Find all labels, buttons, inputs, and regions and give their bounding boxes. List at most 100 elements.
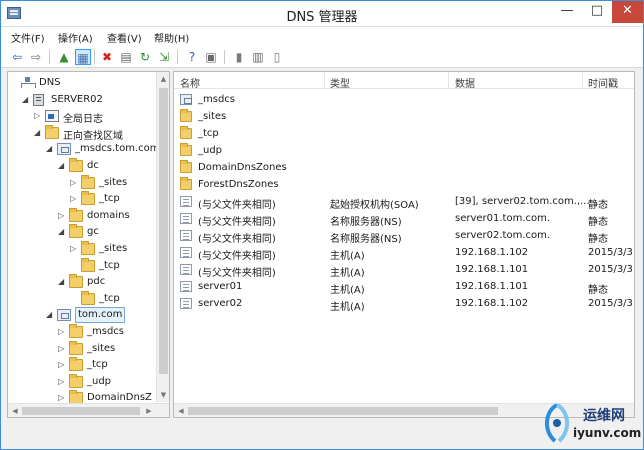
tree-item[interactable]: ▷ domains <box>8 207 158 224</box>
list-row[interactable]: _udp <box>174 142 634 159</box>
list-row[interactable]: (与父文件夹相同) 名称服务器(NS) server02.tom.com. 静态 <box>174 227 634 245</box>
tree-item[interactable]: ◢ tom.com <box>8 307 158 324</box>
list-row[interactable]: server02 主机(A) 192.168.1.102 2015/3/3 <box>174 295 634 313</box>
column-data[interactable]: 数据 <box>455 75 475 90</box>
collapse-arrow-icon[interactable]: ◢ <box>58 160 66 172</box>
toolbar: ⇦ ⇨ ▲ ▦ ✖ ▤ ↻ ⇲? ▣ ▮ ▥ ▯ <box>1 46 643 68</box>
column-divider[interactable] <box>324 72 325 89</box>
expand-arrow-icon[interactable]: ▷ <box>58 376 66 388</box>
tree-item[interactable]: _tcp <box>8 257 158 274</box>
properties-icon[interactable]: ▤ <box>118 49 134 65</box>
expand-arrow-icon[interactable]: ▷ <box>70 193 78 205</box>
scroll-up-icon[interactable]: ▲ <box>157 72 169 86</box>
scroll-left-icon[interactable]: ◀ <box>8 404 22 417</box>
list-row[interactable]: (与父文件夹相同) 主机(A) 192.168.1.102 2015/3/3 <box>174 244 634 262</box>
menu-file[interactable]: 文件(F) <box>11 30 45 45</box>
collapse-arrow-icon[interactable]: ◢ <box>22 94 30 106</box>
list-row[interactable]: _msdcs <box>174 91 634 108</box>
column-type[interactable]: 类型 <box>330 75 350 90</box>
list-row[interactable]: (与父文件夹相同) 起始授权机构(SOA) [39], server02.tom.c… <box>174 193 634 211</box>
refresh-icon[interactable]: ↻ <box>137 49 153 65</box>
zone-icon <box>180 94 192 105</box>
up-folder-icon[interactable]: ▲ <box>56 49 72 65</box>
tree-item-label: pdc <box>87 276 106 288</box>
action-pane-icon[interactable]: ▣ <box>203 49 219 65</box>
detail-icon[interactable]: ▯ <box>269 49 285 65</box>
record-icon <box>180 196 192 207</box>
tree-item[interactable]: ▷ _sites <box>8 174 158 191</box>
tree-item[interactable]: ◢ gc <box>8 224 158 240</box>
record-name: (与父文件夹相同) <box>198 268 276 279</box>
expand-arrow-icon[interactable]: ▷ <box>34 110 42 122</box>
expand-arrow-icon[interactable]: ▷ <box>70 177 78 189</box>
column-divider[interactable] <box>448 72 449 89</box>
show-hide-tree-icon[interactable]: ▦ <box>75 49 91 65</box>
tree-item[interactable]: ▷ _udp <box>8 373 158 390</box>
tree-item[interactable]: ▷ _sites <box>8 340 158 357</box>
collapse-arrow-icon[interactable]: ◢ <box>58 226 66 238</box>
collapse-arrow-icon[interactable]: ◢ <box>46 143 54 155</box>
list-row[interactable]: (与父文件夹相同) 主机(A) 192.168.1.101 2015/3/3 <box>174 261 634 279</box>
list-row[interactable]: (与父文件夹相同) 名称服务器(NS) server01.tom.com. 静态 <box>174 210 634 228</box>
menu-help[interactable]: 帮助(H) <box>154 30 189 45</box>
export-icon[interactable]: ⇲ <box>156 49 172 65</box>
scroll-left-icon[interactable]: ◀ <box>174 404 188 417</box>
tree-item[interactable]: DNS <box>8 75 158 91</box>
list-icon[interactable]: ▥ <box>250 49 266 65</box>
tree-scroll-thumb[interactable] <box>159 88 168 374</box>
list-row[interactable]: DomainDnsZones <box>174 159 634 176</box>
list-row[interactable]: _sites <box>174 108 634 125</box>
tree-item-label: _tcp <box>99 259 120 271</box>
tree-item[interactable]: ◢ 正向查找区域 <box>8 124 158 142</box>
folder-icon <box>180 109 192 122</box>
tree-hscroll-thumb[interactable] <box>22 407 140 415</box>
menu-view[interactable]: 查看(V) <box>107 30 142 45</box>
expand-arrow-icon[interactable]: ▷ <box>58 210 66 222</box>
tree-item-label: 正向查找区域 <box>63 130 123 142</box>
window-title: DNS 管理器 <box>286 10 358 25</box>
collapse-arrow-icon[interactable]: ◢ <box>58 276 66 288</box>
scroll-down-icon[interactable]: ▼ <box>157 388 169 402</box>
collapse-arrow-icon[interactable]: ◢ <box>34 127 42 139</box>
tree-item[interactable]: ▷ 全局日志 <box>8 108 158 125</box>
tree-horizontal-scrollbar[interactable]: ◀ ▶ <box>8 403 169 417</box>
minimize-button[interactable]: — <box>552 1 582 23</box>
expand-arrow-icon[interactable]: ▷ <box>58 359 66 371</box>
folder-icon <box>81 241 95 255</box>
expand-arrow-icon[interactable]: ▷ <box>70 243 78 255</box>
tree-item[interactable]: ▷ _tcp <box>8 357 158 373</box>
tree-item[interactable]: ▷ _msdcs <box>8 324 158 340</box>
tree-item[interactable]: _tcp <box>8 290 158 307</box>
folder-icon <box>69 340 83 355</box>
collapse-arrow-icon[interactable]: ◢ <box>46 309 54 321</box>
help-icon[interactable]: ? <box>184 49 200 65</box>
tree-item[interactable]: ▷ _sites <box>8 241 158 257</box>
tree-item[interactable]: ◢ _msdcs.tom.com <box>8 141 160 157</box>
tree-item[interactable]: ◢ SERVER02 <box>8 92 158 108</box>
column-name[interactable]: 名称 <box>180 75 200 90</box>
tree-pane: DNS ◢ SERVER02 ▷ 全局日志 ◢ 正向查找区域 ◢ _msdcs.tom.com ◢… <box>7 71 170 418</box>
list-row[interactable]: server01 主机(A) 192.168.1.101 静态 <box>174 278 634 296</box>
delete-icon[interactable]: ✖ <box>99 49 115 65</box>
menu-action[interactable]: 操作(A) <box>58 30 93 45</box>
list-row[interactable]: _tcp <box>174 125 634 142</box>
expand-arrow-icon[interactable]: ▷ <box>58 343 66 355</box>
folder-icon <box>180 143 192 156</box>
tree-item[interactable]: ◢ dc <box>8 158 158 174</box>
server-icon[interactable]: ▮ <box>231 49 247 65</box>
toolbar-separator <box>224 50 225 64</box>
tree-vertical-scrollbar[interactable]: ▲ ▼ <box>156 72 169 402</box>
list-row[interactable]: ForestDnsZones <box>174 176 634 193</box>
record-name: (与父文件夹相同) <box>198 217 276 228</box>
column-divider[interactable] <box>582 72 583 89</box>
tree-item[interactable]: ◢ pdc <box>8 274 158 290</box>
column-timestamp[interactable]: 时间戳 <box>588 75 618 90</box>
back-arrow-icon[interactable]: ⇦ <box>9 49 25 65</box>
expand-arrow-icon[interactable]: ▷ <box>58 326 66 338</box>
forward-arrow-icon[interactable]: ⇨ <box>28 49 44 65</box>
scroll-right-icon[interactable]: ▶ <box>142 404 156 417</box>
close-button[interactable]: ✕ <box>612 1 643 23</box>
maximize-button[interactable]: □ <box>582 1 612 23</box>
tree-item[interactable]: ▷ _tcp <box>8 191 158 207</box>
list-hscroll-thumb[interactable] <box>188 407 498 415</box>
